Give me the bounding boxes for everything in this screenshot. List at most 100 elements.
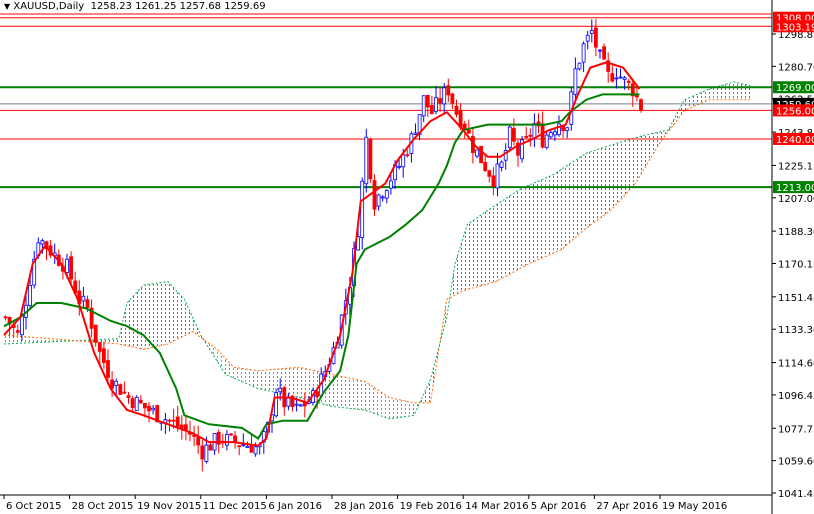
cloud-segment	[729, 81, 734, 100]
candle-body	[138, 399, 143, 404]
candle	[274, 388, 279, 418]
candle	[97, 341, 102, 364]
cloud-segment	[241, 368, 246, 384]
cloud-segment	[8, 335, 13, 344]
ohlc-high: 1261.25	[135, 1, 177, 12]
chart-title: ▼ XAUUSD,Daily 1258.23 1261.25 1257.68 1…	[4, 1, 266, 12]
candle-body	[524, 135, 529, 138]
candle-body	[544, 134, 549, 148]
candle	[561, 125, 565, 138]
candle	[417, 114, 422, 141]
candle-body	[450, 93, 455, 104]
cloud-segment	[442, 299, 447, 333]
candle	[360, 177, 365, 250]
cloud-segment	[110, 338, 115, 344]
candle	[626, 78, 631, 91]
cloud-segment	[733, 81, 738, 100]
candle	[44, 240, 49, 261]
candle-body	[528, 134, 533, 137]
candle-body	[122, 391, 127, 394]
cloud-segment	[163, 281, 168, 345]
cloud-segment	[340, 376, 345, 408]
candle-body	[573, 68, 578, 95]
candle	[495, 152, 500, 197]
cloud-segment	[286, 367, 291, 396]
candle-body	[594, 27, 598, 48]
candle	[450, 92, 455, 109]
price-chart[interactable]: 1298.851280.701262.551243.851225.151207.…	[0, 0, 814, 514]
candle	[528, 128, 533, 147]
cloud-segment	[299, 367, 304, 399]
cloud-segment	[709, 87, 714, 100]
cloud-segment	[28, 337, 33, 343]
cloud-segment	[168, 281, 173, 345]
cloud-segment	[151, 283, 156, 348]
candle-body	[442, 87, 447, 105]
cloud-segment	[368, 384, 373, 413]
cloud-segment	[660, 130, 665, 143]
cloud-segment	[504, 196, 509, 278]
price-level-label: 1240.00	[776, 135, 814, 146]
cloud-segment	[274, 368, 279, 394]
candle	[102, 341, 106, 369]
cloud-segment	[541, 178, 546, 259]
candle-body	[614, 77, 619, 80]
cloud-segment	[701, 90, 706, 104]
candle-body	[553, 131, 557, 136]
cloud-segment	[586, 151, 591, 229]
cloud-segment	[471, 218, 476, 289]
candle	[56, 249, 61, 267]
candle-body	[368, 138, 373, 180]
candle	[610, 63, 615, 83]
candle	[421, 95, 426, 123]
candle-body	[237, 445, 242, 448]
cloud-segment	[188, 308, 193, 334]
cloud-segment	[635, 136, 640, 184]
candle	[589, 19, 594, 43]
cloud-segment	[397, 399, 402, 418]
candle-body	[454, 105, 459, 115]
candle	[200, 440, 205, 472]
y-tick-label: 1151.45	[778, 293, 814, 304]
cloud-segment	[459, 237, 464, 293]
candle-body	[151, 407, 156, 411]
candle	[512, 118, 516, 146]
candle-body	[388, 180, 393, 189]
cloud-segment	[393, 398, 398, 419]
candle-body	[65, 258, 69, 273]
cloud-segment	[602, 146, 607, 217]
candle	[130, 395, 135, 412]
cloud-segment	[336, 375, 341, 408]
cloud-segment	[233, 367, 238, 380]
cloud-segment	[258, 370, 263, 390]
candle-body	[241, 444, 246, 447]
y-tick-label: 1280.70	[778, 62, 814, 73]
cloud-segment	[221, 353, 226, 375]
candle-body	[118, 384, 123, 395]
cloud-segment	[467, 221, 472, 290]
candle-body	[3, 316, 8, 319]
triangle-down-icon[interactable]: ▼	[4, 2, 10, 11]
x-tick-label: 19 Nov 2015	[137, 501, 201, 512]
cloud-segment	[557, 169, 562, 252]
y-tick-label: 1059.60	[778, 457, 814, 468]
chart-window[interactable]: 1298.851280.701262.551243.851225.151207.…	[0, 0, 814, 514]
cloud-segment	[20, 336, 25, 344]
candle-body	[413, 132, 418, 135]
y-tick-label: 1041.45	[778, 489, 814, 500]
candle-body	[167, 419, 172, 422]
candle	[380, 195, 385, 202]
candle-body	[245, 446, 250, 448]
candle	[372, 174, 377, 216]
candle	[573, 57, 578, 102]
senkou-span-a-line	[3, 81, 751, 420]
candle	[138, 395, 143, 405]
cloud-segment	[463, 224, 468, 291]
candle-body	[512, 128, 516, 142]
candle	[286, 392, 291, 411]
cloud-segment	[352, 378, 357, 410]
cloud-segment	[373, 386, 378, 415]
cloud-segment	[12, 335, 17, 344]
cloud-segment	[270, 369, 275, 393]
candle	[183, 416, 188, 441]
